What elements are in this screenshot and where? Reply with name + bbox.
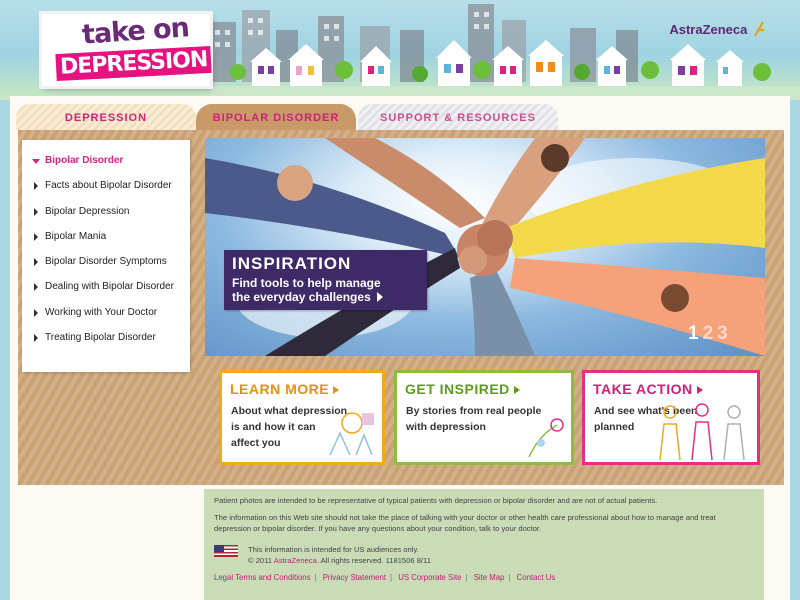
arrow-right-icon — [513, 386, 520, 394]
link-us-corporate-site[interactable]: US Corporate Site — [398, 573, 461, 582]
site-logo[interactable]: take on DEPRESSION — [42, 12, 212, 86]
arrow-right-icon — [696, 386, 703, 394]
learn-more-title: LEARN MORE — [230, 381, 340, 397]
inspiration-line2-text: the everyday challenges — [232, 290, 371, 304]
get-inspired-card[interactable]: GET INSPIRED By stories from real people… — [394, 370, 574, 465]
link-separator: | — [465, 573, 468, 582]
inspiration-line2: the everyday challenges — [232, 290, 383, 304]
learn-more-card[interactable]: LEARN MORE About what depression is and … — [219, 370, 385, 465]
us-notice: This information is intended for US audi… — [248, 545, 419, 554]
pager-2[interactable]: 2 — [703, 323, 718, 344]
tab-bipolar-disorder[interactable]: BIPOLAR DISORDER — [196, 104, 356, 130]
learn-more-title-text: LEARN MORE — [230, 381, 330, 397]
link-separator: | — [314, 573, 317, 582]
sidebar-item-facts[interactable]: Facts about Bipolar Disorder — [22, 173, 190, 198]
brand-name: AstraZeneca — [669, 22, 748, 37]
link-site-map[interactable]: Site Map — [474, 573, 505, 582]
sidebar-nav: Bipolar Disorder Facts about Bipolar Dis… — [22, 140, 190, 372]
carousel-pager: 123 — [688, 323, 732, 345]
link-legal-terms[interactable]: Legal Terms and Conditions — [214, 573, 311, 582]
photo-disclaimer: Patient photos are intended to be repres… — [214, 496, 658, 505]
link-separator: | — [390, 573, 393, 582]
sidebar-item-bipolar-mania[interactable]: Bipolar Mania — [22, 224, 190, 249]
arrow-right-icon — [376, 292, 383, 302]
tab-support-resources[interactable]: SUPPORT & RESOURCES — [358, 104, 558, 130]
sidebar-item-bipolar-disorder[interactable]: Bipolar Disorder — [22, 148, 190, 173]
doodle-decoration-icon — [329, 412, 374, 456]
inspiration-banner[interactable]: INSPIRATION Find tools to help manage th… — [224, 250, 427, 310]
link-privacy-statement[interactable]: Privacy Statement — [323, 573, 386, 582]
header-banner: take on DEPRESSION AstraZeneca — [0, 0, 800, 100]
page: take on DEPRESSION AstraZeneca DEPRESSIO… — [0, 0, 800, 600]
link-contact-us[interactable]: Contact Us — [517, 573, 556, 582]
sidebar-item-dealing[interactable]: Dealing with Bipolar Disorder — [22, 274, 190, 299]
pager-1[interactable]: 1 — [688, 323, 703, 344]
inspiration-text: Find tools to help manage the everyday c… — [232, 276, 383, 304]
logo-depression: DEPRESSION — [55, 45, 212, 82]
footer-links: Legal Terms and Conditions | Privacy Stat… — [214, 573, 555, 582]
astrazeneca-mark-icon — [754, 21, 764, 37]
copyright-year: © 2011 — [248, 556, 273, 565]
take-action-title-text: TAKE ACTION — [593, 381, 693, 397]
tab-depression[interactable]: DEPRESSION — [16, 104, 196, 130]
astrazeneca-logo[interactable]: AstraZeneca — [669, 20, 765, 38]
link-separator: | — [508, 573, 511, 582]
inspiration-title: INSPIRATION — [232, 254, 352, 273]
city-skyline-illustration — [210, 4, 800, 100]
us-flag-icon — [214, 545, 238, 557]
arrow-right-icon — [333, 386, 340, 394]
sidebar-item-treating[interactable]: Treating Bipolar Disorder — [22, 325, 190, 350]
get-inspired-title: GET INSPIRED — [405, 381, 520, 397]
people-doodle-icon — [659, 403, 745, 460]
sidebar-item-bipolar-depression[interactable]: Bipolar Depression — [22, 199, 190, 224]
medical-disclaimer: The information on this Web site should … — [214, 513, 716, 533]
copyright-rest: . All rights reserved. 1181506 8/11 — [316, 556, 431, 565]
sidebar-item-working-with-doctor[interactable]: Working with Your Doctor — [22, 300, 190, 325]
take-action-title: TAKE ACTION — [593, 381, 703, 397]
copyright: © 2011 AstraZeneca. All rights reserved.… — [248, 555, 748, 566]
sidebar-item-symptoms[interactable]: Bipolar Disorder Symptoms — [22, 249, 190, 274]
pager-3[interactable]: 3 — [717, 323, 732, 344]
get-inspired-title-text: GET INSPIRED — [405, 381, 510, 397]
logo-take-on: take on — [81, 12, 190, 51]
copyright-company-link[interactable]: AstraZeneca — [274, 556, 317, 565]
flower-doodle-icon — [528, 418, 564, 458]
inspiration-line1: Find tools to help manage — [232, 276, 381, 290]
take-action-card[interactable]: TAKE ACTION And see what's been planned — [582, 370, 760, 465]
hero-carousel[interactable] — [205, 138, 765, 356]
footer: Patient photos are intended to be repres… — [204, 489, 764, 600]
hands-together-photo — [205, 138, 765, 356]
